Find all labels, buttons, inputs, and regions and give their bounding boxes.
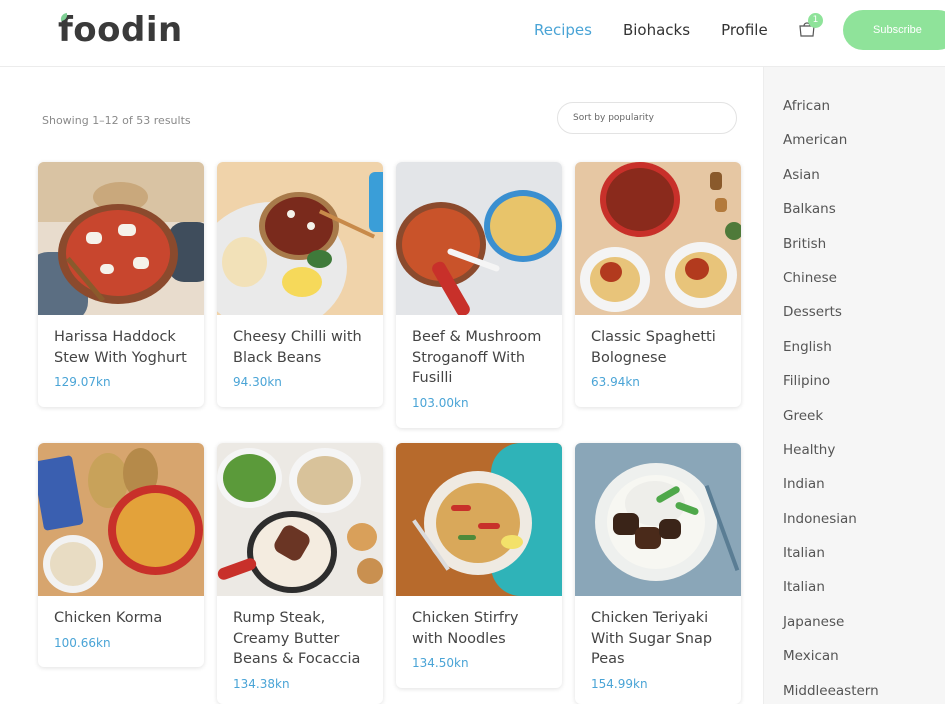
product-card[interactable]: Beef & Mushroom Stroganoff With Fusilli … [396,162,562,428]
results-count: Showing 1–12 of 53 results [42,114,191,127]
category-item[interactable]: Balkans [764,202,945,236]
category-item[interactable]: Greek [764,408,945,443]
category-item[interactable]: Mexican [764,649,945,683]
main-nav: Recipes Biohacks Profile [534,20,768,40]
product-price: 134.50kn [412,656,469,670]
category-item[interactable]: African [764,99,945,133]
product-title[interactable]: Chicken Stirfry with Noodles [412,608,546,649]
product-title[interactable]: Beef & Mushroom Stroganoff With Fusilli [412,327,546,389]
nav-profile[interactable]: Profile [721,20,768,40]
product-card[interactable]: Chicken Stirfry with Noodles 134.50kn [396,443,562,688]
category-list: African American Asian Balkans British C… [764,67,945,704]
product-card[interactable]: Chicken Korma 100.66kn [38,443,204,667]
nav-recipes[interactable]: Recipes [534,20,592,40]
product-image [217,443,383,596]
product-card[interactable]: Classic Spaghetti Bolognese 63.94kn [575,162,741,407]
logo-text: foodin [58,10,183,50]
category-item[interactable]: Japanese [764,615,945,649]
category-item[interactable]: British [764,236,945,271]
product-price: 134.38kn [233,676,290,691]
category-item[interactable]: Chinese [764,271,945,305]
product-price: 154.99kn [591,676,648,691]
category-item[interactable]: Desserts [764,305,945,339]
category-item[interactable]: American [764,133,945,167]
product-image [217,162,383,315]
product-image [396,162,562,315]
nav-biohacks[interactable]: Biohacks [623,20,690,40]
product-card[interactable]: Cheesy Chilli with Black Beans 94.30kn [217,162,383,407]
category-item[interactable]: Asian [764,168,945,202]
product-title[interactable]: Chicken Teriyaki With Sugar Snap Peas [591,608,725,670]
product-title[interactable]: Classic Spaghetti Bolognese [591,327,725,368]
category-item[interactable]: Italian [764,580,945,614]
product-image [38,443,204,596]
cart-count-badge: 1 [808,13,823,28]
product-card[interactable]: Rump Steak, Creamy Butter Beans & Focacc… [217,443,383,704]
product-title[interactable]: Rump Steak, Creamy Butter Beans & Focacc… [233,608,367,670]
category-item[interactable]: Indonesian [764,512,945,546]
sort-select[interactable]: Sort by popularity [557,102,737,134]
product-image [575,443,741,596]
product-image [396,443,562,596]
category-item[interactable]: Italian [764,546,945,580]
logo[interactable]: foodin [58,12,183,48]
category-item[interactable]: English [764,340,945,374]
product-price: 63.94kn [591,375,640,389]
product-card[interactable]: Harissa Haddock Stew With Yoghurt 129.07… [38,162,204,407]
category-item[interactable]: Filipino [764,374,945,408]
subscribe-button[interactable]: Subscribe [843,10,945,50]
product-title[interactable]: Chicken Korma [54,608,188,629]
category-item[interactable]: Healthy [764,443,945,477]
category-sidebar: African American Asian Balkans British C… [763,67,945,704]
product-image [575,162,741,315]
product-price: 100.66kn [54,635,111,650]
product-title[interactable]: Harissa Haddock Stew With Yoghurt [54,327,188,368]
category-item[interactable]: Middleeastern [764,684,945,704]
product-card[interactable]: Chicken Teriyaki With Sugar Snap Peas 15… [575,443,741,704]
product-price: 94.30kn [233,375,282,389]
product-image [38,162,204,315]
site-header: foodin Recipes Biohacks Profile 1 Subscr… [0,0,945,67]
product-title[interactable]: Cheesy Chilli with Black Beans [233,327,367,368]
product-price: 129.07kn [54,375,111,389]
product-price: 103.00kn [412,395,469,410]
category-item[interactable]: Indian [764,477,945,511]
cart-button[interactable]: 1 [797,13,823,40]
